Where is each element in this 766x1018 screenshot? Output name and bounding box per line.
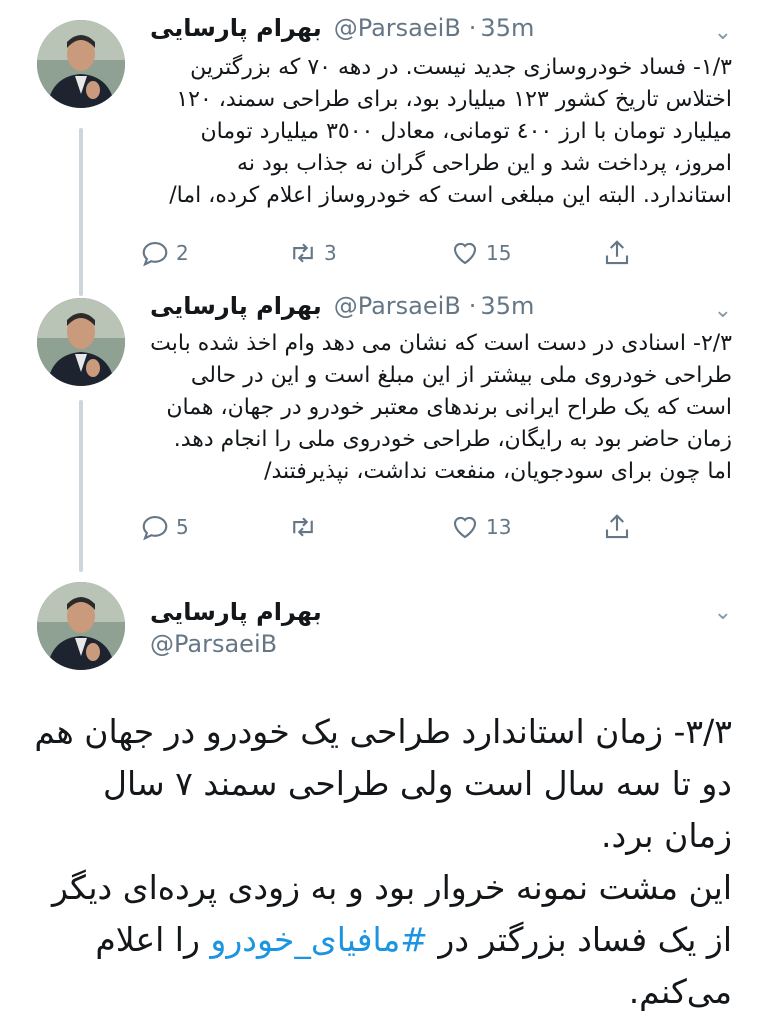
reply-count: 5 xyxy=(176,515,189,539)
chevron-down-icon[interactable]: ⌄ xyxy=(714,298,732,323)
tweet-text: ٣/٣- زمان استاندارد طراحی یک خودرو در جه… xyxy=(34,706,732,1018)
share-icon xyxy=(605,240,629,265)
reply-button[interactable]: 5 xyxy=(140,510,189,544)
like-count: 15 xyxy=(486,241,512,265)
author-name[interactable]: بهرام پارسایی xyxy=(150,292,322,320)
handle[interactable]: @ParsaeiB xyxy=(150,630,277,658)
timestamp[interactable]: 35m xyxy=(480,292,534,320)
timestamp[interactable]: 35m xyxy=(480,14,534,42)
retweet-button[interactable]: 3 xyxy=(288,236,337,270)
tweet-header: @ParsaeiB · 35m xyxy=(326,292,535,332)
reply-count: 2 xyxy=(176,241,189,265)
like-button[interactable]: 13 xyxy=(450,510,511,544)
tweet-actions: 5 13 xyxy=(140,510,640,544)
tweet[interactable]: @ParsaeiB · 35m ⌄ ٢/٣- اسنادی در دست است ک… xyxy=(0,288,766,558)
handle[interactable]: @ParsaeiB xyxy=(334,292,461,320)
retweet-icon xyxy=(293,517,313,537)
like-count: 13 xyxy=(486,515,512,539)
heart-icon xyxy=(453,242,477,265)
tweet-text-paragraph: این مشت نمونه خروار بود و به زودی پرده‌ا… xyxy=(34,862,732,1018)
share-button[interactable] xyxy=(602,510,632,544)
tweet-header: @ParsaeiB · 35m xyxy=(326,14,535,54)
reply-icon xyxy=(142,515,168,541)
author-name[interactable]: بهرام پارسایی xyxy=(150,598,322,626)
reply-button[interactable]: 2 xyxy=(140,236,189,270)
author-name[interactable]: بهرام پارسایی xyxy=(150,14,322,42)
avatar[interactable] xyxy=(37,20,125,108)
hashtag-link[interactable]: #مافیای_خودرو xyxy=(210,920,428,959)
avatar[interactable] xyxy=(37,582,125,670)
separator: · xyxy=(468,14,477,42)
share-button[interactable] xyxy=(602,236,632,270)
avatar[interactable] xyxy=(37,298,125,386)
reply-icon xyxy=(142,241,168,267)
retweet-icon xyxy=(293,243,313,263)
heart-icon xyxy=(453,516,477,539)
share-icon xyxy=(605,514,629,539)
tweet[interactable]: @ParsaeiB·35m بهرام پارسایی ⌄ ١/٣- فساد … xyxy=(0,0,766,290)
retweet-count: 3 xyxy=(324,241,337,265)
tweet-actions: 2 3 15 xyxy=(140,236,640,270)
tweet-text-paragraph: ٣/٣- زمان استاندارد طراحی یک خودرو در جه… xyxy=(34,712,732,855)
like-button[interactable]: 15 xyxy=(450,236,511,270)
chevron-down-icon[interactable]: ⌄ xyxy=(714,20,732,45)
handle[interactable]: @ParsaeiB xyxy=(334,14,461,42)
tweet-text: ٢/٣- اسنادی در دست است که نشان می دهد وا… xyxy=(150,331,732,484)
separator: · xyxy=(468,292,477,320)
tweet-text: ١/٣- فساد خودروسازی جدید نیست. در دهه ٧٠… xyxy=(169,55,732,208)
retweet-button[interactable] xyxy=(288,510,324,544)
chevron-down-icon[interactable]: ⌄ xyxy=(714,600,732,625)
